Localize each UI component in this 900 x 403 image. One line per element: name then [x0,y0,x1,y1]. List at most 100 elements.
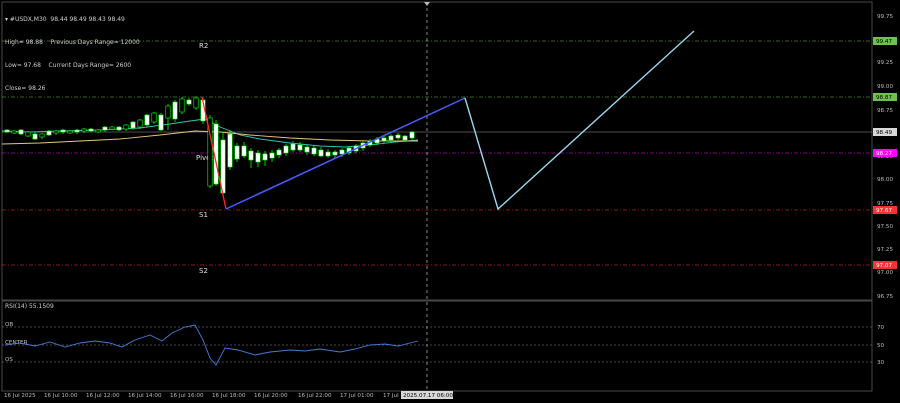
candle-body [402,135,408,141]
candle-body [39,133,45,138]
candle-body [255,152,261,163]
candle-body [395,134,401,139]
time-tick-label: 17 Jul [383,393,399,399]
candle-body [409,131,415,139]
candle-body [290,143,296,151]
candle-body [269,152,275,159]
candle-body [388,135,394,141]
s2-label: S2 [199,267,208,275]
candle-body [234,145,240,160]
svg-text:97.07: 97.07 [876,263,892,269]
symbol-info-panel: ▾ #USDX,M30 98.44 98.49 98.43 98.49 High… [5,1,140,100]
candle-body [227,133,233,168]
time-tick-label: 16 Jul 16:00 [170,393,204,399]
candle-body [165,105,171,119]
candle-body [130,121,136,129]
candle-body [381,137,387,142]
candle-body [88,128,94,132]
svg-text:2025.07.17 06:00: 2025.07.17 06:00 [403,393,453,399]
price-tick-label: 97.50 [877,224,893,230]
candle-body [332,151,338,156]
time-tick-label: 17 Jul 01:00 [340,393,374,399]
high-range-line: High= 98.88 Previous Days Range= 12000 [5,38,140,46]
candle-body [74,129,80,133]
rsi-tick-30: 30 [877,360,885,366]
candle-body [109,126,115,130]
rsi-os-label: OS [5,357,13,363]
candle-body [53,130,59,134]
price-tick-label: 99.00 [877,84,893,90]
rsi-tick-50: 50 [877,343,885,349]
candle-body [276,149,282,156]
candle-body [179,98,185,113]
candle-body [241,145,247,157]
time-axis[interactable]: 16 Jul 2025 16 Jul 10:00 16 Jul 12:00 16 Ju… [4,393,399,399]
price-tag-current: 98.49 [873,128,897,136]
svg-text:99.47: 99.47 [876,39,892,45]
svg-text:97.67: 97.67 [876,208,892,214]
price-tag-s1: 97.67 [873,206,897,214]
candle-body [25,131,31,137]
time-tick-label: 16 Jul 20:00 [254,393,288,399]
candle-body [137,119,143,128]
candle-body [262,153,268,161]
candle-body [4,129,10,133]
candle-body [304,146,310,153]
price-tag-r1: 98.87 [873,93,897,101]
candle-body [116,126,122,131]
candle-body [311,147,317,155]
rsi-ob-label: OB [5,322,13,328]
crosshair-time-tag: 2025.07.17 06:00 [401,391,453,399]
price-tag-r2: 99.47 [873,37,897,45]
candle-body [11,130,17,134]
rsi-tick-70: 70 [877,325,885,331]
candle-body [339,149,345,155]
price-tick-label: 97.00 [877,270,893,276]
candle-body [81,128,87,132]
price-tick-label: 96.75 [877,294,893,300]
time-tick-label: 16 Jul 22:00 [298,393,332,399]
candle-body [102,126,108,131]
candle-body [297,144,303,151]
candle-body [67,130,73,134]
candle-body [283,145,289,154]
candle-body [32,133,38,140]
price-tag-s2: 97.07 [873,261,897,269]
candle-body [18,129,24,135]
rsi-center-label: CENTER [5,340,28,346]
candle-body [151,112,157,123]
price-tick-label: 99.75 [877,14,893,20]
candle-body [318,149,324,157]
candle-body [193,97,199,109]
low-range-line: Low= 97.68 Current Days Range= 2600 [5,61,132,69]
candle-body [248,150,254,161]
symbol-line[interactable]: ▾ #USDX,M30 98.44 98.49 98.43 98.49 [5,16,140,24]
candle-body [123,124,129,130]
s1-label: S1 [199,211,208,219]
time-tick-label: 16 Jul 18:00 [212,393,246,399]
time-tick-label: 16 Jul 2025 [4,393,36,399]
rsi-title: RSI(14) 55.1509 [5,303,54,310]
candle-body [172,101,178,120]
candle-body [186,99,192,105]
price-tick-label: 98.75 [877,108,893,114]
candle-body [46,130,52,136]
candle-body [325,151,331,157]
candle-body [158,114,164,131]
candle-body [95,129,101,133]
svg-text:98.27: 98.27 [876,151,892,157]
close-line: Close= 98.26 [5,84,46,92]
rsi-pane[interactable] [1,300,873,392]
price-tick-label: 99.25 [877,60,893,66]
price-tick-label: 98.00 [877,177,893,183]
candle-body [60,129,66,133]
candle-body [144,114,150,126]
price-tag-pivot: 98.27 [873,149,897,157]
time-tick-label: 16 Jul 14:00 [128,393,162,399]
svg-text:98.49: 98.49 [876,130,892,136]
time-tick-label: 16 Jul 10:00 [44,393,78,399]
price-tick-label: 97.25 [877,247,893,253]
time-tick-label: 16 Jul 12:00 [86,393,120,399]
svg-text:98.87: 98.87 [876,95,892,101]
r2-label: R2 [199,42,208,50]
